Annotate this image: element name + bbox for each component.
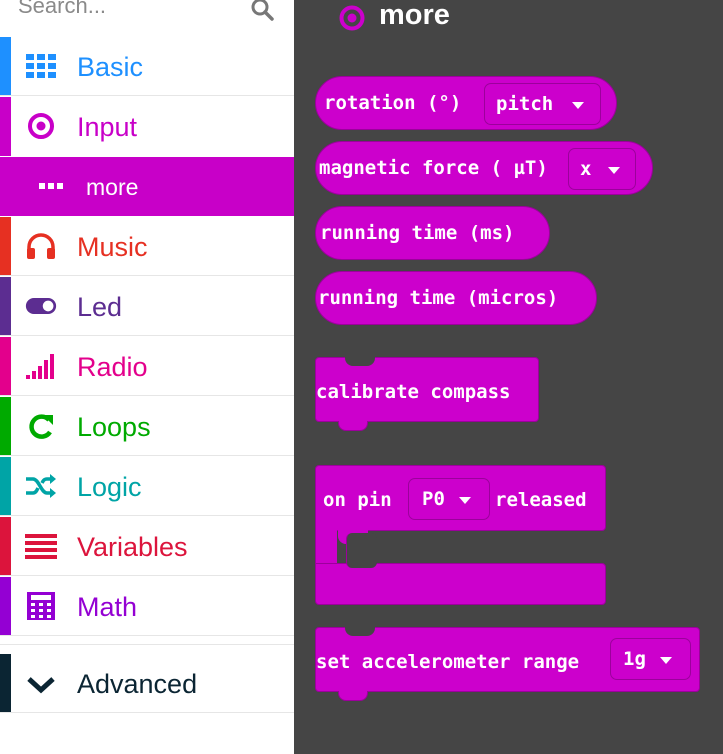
caret-down-icon xyxy=(608,167,620,174)
block-notch xyxy=(338,691,368,701)
subcategory-label: more xyxy=(86,174,139,200)
block-label: released xyxy=(495,489,587,511)
dropdown-value: 1g xyxy=(623,648,646,670)
category-stripe xyxy=(0,37,11,95)
dropdown-value: x xyxy=(580,158,592,180)
category-loops[interactable]: Loops xyxy=(0,397,294,456)
rotation-block[interactable]: rotation (°) pitch xyxy=(315,76,617,130)
target-icon xyxy=(28,113,54,139)
headphones-icon xyxy=(27,233,55,259)
category-logic[interactable]: Logic xyxy=(0,457,294,516)
calculator-icon xyxy=(27,592,55,620)
category-label: Advanced xyxy=(77,669,198,699)
category-stripe xyxy=(0,277,11,335)
caret-down-icon xyxy=(459,497,471,504)
block-label: magnetic force ( µT) xyxy=(319,157,548,179)
caret-down-icon xyxy=(660,657,672,664)
subcategory-more[interactable]: more xyxy=(0,157,294,216)
block-arm xyxy=(315,530,337,564)
category-label: Logic xyxy=(77,472,142,502)
block-label: calibrate compass xyxy=(316,381,511,403)
category-stripe xyxy=(0,157,11,216)
refresh-icon xyxy=(29,414,53,439)
category-label: Math xyxy=(77,592,138,622)
target-icon xyxy=(339,5,365,31)
category-stripe xyxy=(0,397,11,455)
chevron-down-icon xyxy=(27,677,55,694)
statement-slot xyxy=(346,533,377,568)
block-label: running time (micros) xyxy=(318,287,559,309)
category-stripe xyxy=(0,337,11,395)
category-led[interactable]: Led xyxy=(0,277,294,336)
blocks-flyout: more rotation (°) pitch magnetic force (… xyxy=(294,0,723,754)
category-basic[interactable]: Basic xyxy=(0,37,294,96)
rotation-axis-dropdown[interactable]: pitch xyxy=(484,83,601,125)
caret-down-icon xyxy=(572,102,584,109)
search-input[interactable] xyxy=(18,0,238,24)
search-bar xyxy=(0,0,294,36)
category-stripe xyxy=(0,517,11,575)
calibrate-compass-block[interactable]: calibrate compass xyxy=(315,357,539,431)
dropdown-value: pitch xyxy=(496,93,554,115)
category-variables[interactable]: Variables xyxy=(0,517,294,576)
separator xyxy=(0,637,294,645)
dots-icon xyxy=(39,183,63,189)
category-radio[interactable]: Radio xyxy=(0,337,294,396)
search-icon[interactable] xyxy=(250,0,274,21)
category-stripe xyxy=(0,97,11,156)
category-advanced[interactable]: Advanced xyxy=(0,654,294,713)
on-pin-footer xyxy=(315,563,606,605)
category-music[interactable]: Music xyxy=(0,217,294,276)
running-time-ms-block[interactable]: running time (ms) xyxy=(315,206,550,260)
category-label: Radio xyxy=(77,352,148,382)
lines-icon xyxy=(25,534,57,559)
category-stripe xyxy=(0,457,11,515)
block-label: running time (ms) xyxy=(320,222,515,244)
category-label: Basic xyxy=(77,52,144,82)
category-input[interactable]: Input xyxy=(0,97,294,156)
running-time-micros-block[interactable]: running time (micros) xyxy=(315,271,597,325)
block-notch xyxy=(338,421,368,431)
accelerometer-range-dropdown[interactable]: 1g xyxy=(610,638,691,680)
block-notch xyxy=(345,357,375,366)
magnetic-force-block[interactable]: magnetic force ( µT) x xyxy=(315,141,653,195)
magnetic-axis-dropdown[interactable]: x xyxy=(568,148,636,190)
signal-bars-icon xyxy=(26,354,54,379)
block-label: rotation (°) xyxy=(324,92,462,114)
toolbox-sidebar: Basic Input more Music xyxy=(0,0,294,754)
category-label: Variables xyxy=(77,532,188,562)
category-label: Loops xyxy=(77,412,151,442)
grid-icon xyxy=(26,54,56,78)
category-math[interactable]: Math xyxy=(0,577,294,636)
pin-dropdown[interactable]: P0 xyxy=(408,478,490,520)
category-stripe xyxy=(0,217,11,275)
block-notch xyxy=(345,627,375,636)
block-label: on pin xyxy=(323,489,392,511)
category-label: Music xyxy=(77,232,148,262)
set-accelerometer-range-block[interactable]: set accelerometer range 1g xyxy=(315,627,700,701)
category-label: Led xyxy=(77,292,123,322)
block-label: set accelerometer range xyxy=(316,651,580,673)
flyout-title: more xyxy=(379,0,450,31)
category-label: Input xyxy=(77,112,138,142)
toggle-icon xyxy=(25,298,57,314)
shuffle-icon xyxy=(26,474,56,498)
on-pin-released-block[interactable]: on pin P0 released xyxy=(315,465,606,531)
category-stripe xyxy=(0,577,11,635)
category-stripe xyxy=(0,654,11,712)
dropdown-value: P0 xyxy=(422,488,445,510)
